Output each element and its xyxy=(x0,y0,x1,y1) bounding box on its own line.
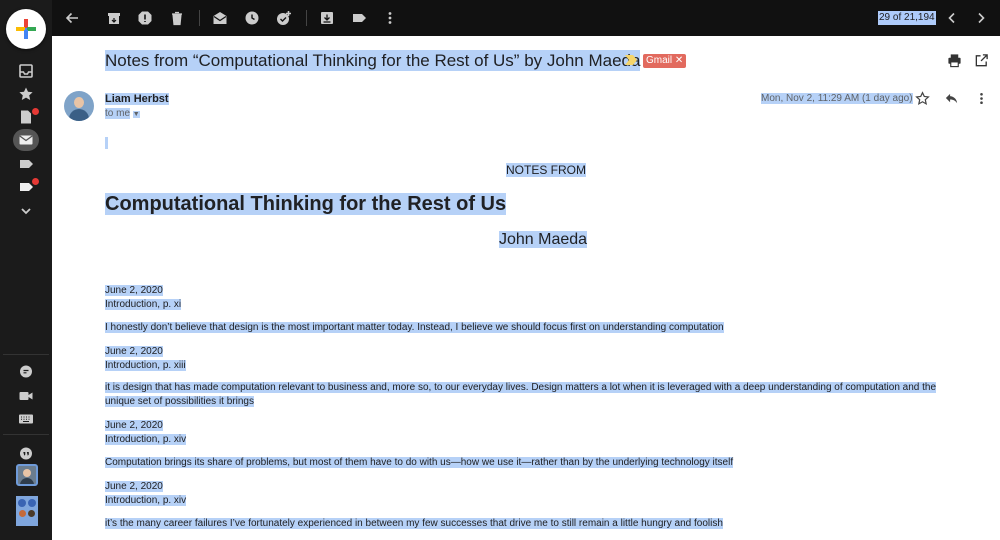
snooze-icon[interactable] xyxy=(242,8,262,28)
notes-from-heading: NOTES FROM xyxy=(506,163,586,177)
rail-divider xyxy=(3,354,49,355)
back-arrow-icon[interactable] xyxy=(62,8,82,28)
video-icon[interactable] xyxy=(16,386,36,406)
entry-quote: it is design that has made computation r… xyxy=(105,382,937,407)
open-new-window-icon[interactable] xyxy=(972,51,990,69)
chevron-down-icon[interactable]: ▼ xyxy=(132,111,140,118)
message-subject: Notes from “Computational Thinking for t… xyxy=(105,50,641,71)
book-title: Computational Thinking for the Rest of U… xyxy=(105,193,507,215)
contact-avatar[interactable] xyxy=(16,464,38,486)
report-spam-icon[interactable] xyxy=(135,8,155,28)
entry-date: June 2, 2020 xyxy=(105,420,163,431)
entry-location: Introduction, p. xiv xyxy=(105,434,187,445)
add-task-icon[interactable] xyxy=(274,8,294,28)
compose-button[interactable] xyxy=(6,9,46,49)
toolbar-separator xyxy=(306,10,307,26)
archive-icon[interactable] xyxy=(104,8,124,28)
important-marker-icon[interactable] xyxy=(625,55,637,65)
prev-chevron-icon[interactable] xyxy=(942,8,962,28)
message-view: Notes from “Computational Thinking for t… xyxy=(52,36,1000,540)
rail-divider xyxy=(3,434,49,435)
group-avatar[interactable] xyxy=(16,496,38,526)
sender-avatar[interactable] xyxy=(64,91,94,121)
selection-caret xyxy=(105,137,108,149)
toolbar-separator xyxy=(199,10,200,26)
toolbar: 29 of 21,194 xyxy=(52,0,1000,36)
move-to-icon[interactable] xyxy=(317,8,337,28)
more-vert-icon[interactable] xyxy=(380,8,400,28)
keyboard-icon[interactable] xyxy=(16,409,36,429)
message-counter: 29 of 21,194 xyxy=(878,11,936,25)
chat-icon[interactable] xyxy=(16,362,36,382)
print-icon[interactable] xyxy=(945,51,963,69)
reply-icon[interactable] xyxy=(942,89,960,107)
left-rail xyxy=(0,0,52,540)
expand-more-icon[interactable] xyxy=(16,201,36,221)
entry-location: Introduction, p. xi xyxy=(105,299,182,310)
label-icon[interactable] xyxy=(16,154,36,174)
more-vert-icon[interactable] xyxy=(972,89,990,107)
entry-date: June 2, 2020 xyxy=(105,285,163,296)
entry-date: June 2, 2020 xyxy=(105,481,163,492)
mark-unread-icon[interactable] xyxy=(210,8,230,28)
entry-quote: I honestly don’t believe that design is … xyxy=(105,322,724,333)
book-author: John Maeda xyxy=(499,231,588,248)
label-notification-dot xyxy=(32,178,39,185)
next-chevron-icon[interactable] xyxy=(971,8,991,28)
hangouts-icon[interactable] xyxy=(16,444,36,464)
star-outline-icon[interactable] xyxy=(913,89,931,107)
inbox-icon[interactable] xyxy=(16,61,36,81)
gmail-label-chip[interactable]: Gmail ✕ xyxy=(643,54,687,68)
entry-quote: it’s the many career failures I’ve fortu… xyxy=(105,518,723,529)
entry-location: Introduction, p. xiv xyxy=(105,495,187,506)
message-date: Mon, Nov 2, 11:29 AM (1 day ago) xyxy=(761,93,913,104)
sender-name[interactable]: Liam Herbst xyxy=(105,92,169,106)
entry-date: June 2, 2020 xyxy=(105,346,163,357)
delete-icon[interactable] xyxy=(167,8,187,28)
label-icon[interactable] xyxy=(349,8,369,28)
mail-icon[interactable] xyxy=(16,130,36,150)
drafts-notification-dot xyxy=(32,108,39,115)
recipient-line[interactable]: to me ▼ xyxy=(105,107,140,121)
entry-location: Introduction, p. xiii xyxy=(105,360,186,371)
entry-quote: Computation brings its share of problems… xyxy=(105,457,734,468)
star-icon[interactable] xyxy=(16,84,36,104)
